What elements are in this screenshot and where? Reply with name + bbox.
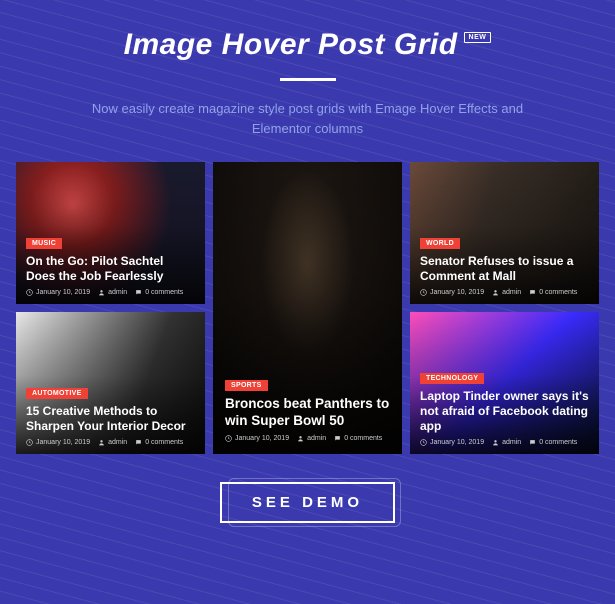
post-date: January 10, 2019 <box>430 439 484 446</box>
comment-icon <box>135 439 142 446</box>
comment-icon <box>529 439 536 446</box>
post-author: admin <box>108 439 127 446</box>
clock-icon <box>26 439 33 446</box>
post-author: admin <box>307 435 326 442</box>
post-meta: January 10, 2019 admin 0 comments <box>26 289 195 296</box>
user-icon <box>98 439 105 446</box>
category-tag[interactable]: MUSIC <box>26 238 62 249</box>
post-meta: January 10, 2019 admin 0 comments <box>26 439 195 446</box>
category-tag[interactable]: WORLD <box>420 238 460 249</box>
post-author: admin <box>108 289 127 296</box>
comment-icon <box>135 289 142 296</box>
page-subtitle: Now easily create magazine style post gr… <box>78 99 538 138</box>
title-underline <box>280 78 336 81</box>
post-card-technology[interactable]: TECHNOLOGY Laptop Tinder owner says it's… <box>410 312 599 454</box>
comment-icon <box>529 289 536 296</box>
post-comments: 0 comments <box>539 289 577 296</box>
clock-icon <box>420 289 427 296</box>
post-author: admin <box>502 289 521 296</box>
post-comments: 0 comments <box>539 439 577 446</box>
post-meta: January 10, 2019 admin 0 comments <box>420 289 589 296</box>
see-demo-button[interactable]: SEE DEMO <box>220 482 395 523</box>
post-comments: 0 comments <box>145 289 183 296</box>
post-author: admin <box>502 439 521 446</box>
comment-icon <box>334 435 341 442</box>
post-title[interactable]: Senator Refuses to issue a Comment at Ma… <box>420 254 589 284</box>
category-tag[interactable]: TECHNOLOGY <box>420 373 484 384</box>
post-date: January 10, 2019 <box>235 435 289 442</box>
category-tag[interactable]: AUTOMOTIVE <box>26 388 88 399</box>
page-title: Image Hover Post Grid <box>124 28 458 62</box>
post-date: January 10, 2019 <box>430 289 484 296</box>
post-title[interactable]: Broncos beat Panthers to win Super Bowl … <box>225 396 390 430</box>
post-card-world[interactable]: WORLD Senator Refuses to issue a Comment… <box>410 162 599 304</box>
clock-icon <box>26 289 33 296</box>
post-title[interactable]: 15 Creative Methods to Sharpen Your Inte… <box>26 404 195 434</box>
header: Image Hover Post Grid NEW Now easily cre… <box>0 0 615 138</box>
post-meta: January 10, 2019 admin 0 comments <box>225 435 390 442</box>
category-tag[interactable]: SPORTS <box>225 380 268 391</box>
post-card-automotive[interactable]: AUTOMOTIVE 15 Creative Methods to Sharpe… <box>16 312 205 454</box>
post-comments: 0 comments <box>145 439 183 446</box>
clock-icon <box>420 439 427 446</box>
clock-icon <box>225 435 232 442</box>
post-title[interactable]: Laptop Tinder owner says it's not afraid… <box>420 389 589 434</box>
user-icon <box>492 439 499 446</box>
post-date: January 10, 2019 <box>36 289 90 296</box>
user-icon <box>297 435 304 442</box>
post-meta: January 10, 2019 admin 0 comments <box>420 439 589 446</box>
post-comments: 0 comments <box>344 435 382 442</box>
user-icon <box>98 289 105 296</box>
user-icon <box>492 289 499 296</box>
post-title[interactable]: On the Go: Pilot Sachtel Does the Job Fe… <box>26 254 195 284</box>
post-date: January 10, 2019 <box>36 439 90 446</box>
post-grid: MUSIC On the Go: Pilot Sachtel Does the … <box>0 138 615 454</box>
new-badge: NEW <box>464 32 492 43</box>
post-card-sports[interactable]: SPORTS Broncos beat Panthers to win Supe… <box>213 162 402 454</box>
post-card-music[interactable]: MUSIC On the Go: Pilot Sachtel Does the … <box>16 162 205 304</box>
